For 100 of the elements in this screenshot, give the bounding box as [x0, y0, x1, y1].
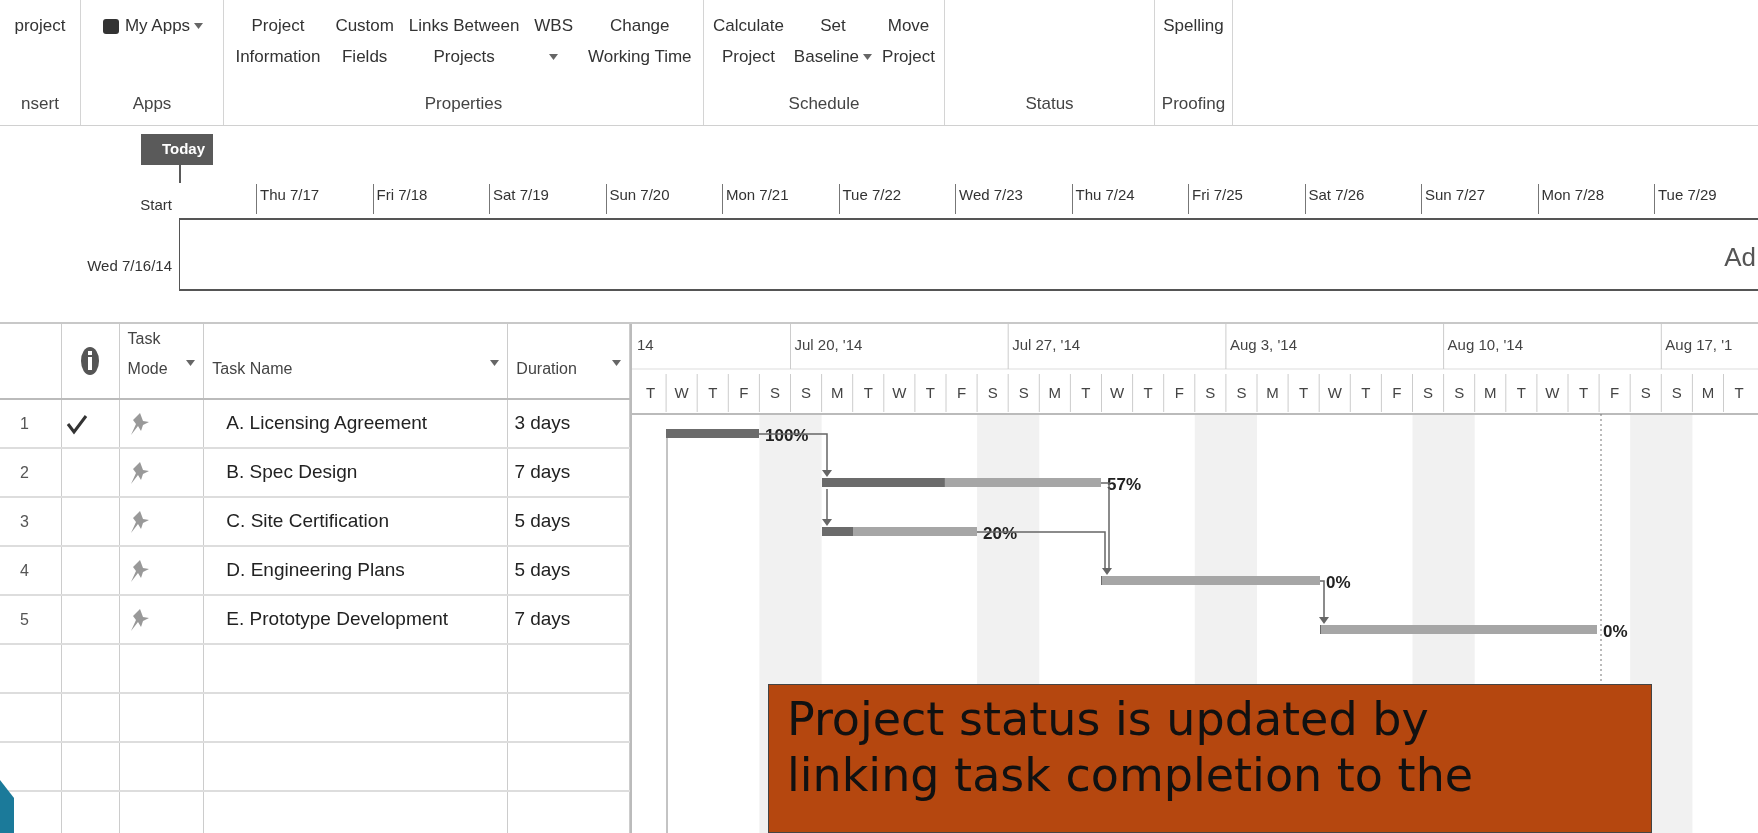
ribbon-button[interactable]: Move Project — [878, 10, 939, 72]
day-label: M — [1484, 384, 1497, 401]
callout-text: Project status is updated by linking task completion to the — [787, 691, 1475, 803]
start-label: Start — [140, 195, 172, 215]
day-label: F — [1174, 384, 1184, 401]
group-label: nsert — [20, 93, 60, 115]
ribbon-button[interactable]: Change Working Time — [583, 10, 696, 72]
percent-complete: 0% — [1603, 622, 1628, 641]
day-label: M — [1701, 384, 1715, 401]
timeline-date: Mon 7/28 — [1537, 184, 1654, 214]
task-name: E. Prototype Development — [225, 607, 449, 632]
ribbon-button[interactable]: Links Between Projects — [404, 10, 524, 72]
ribbon-button[interactable]: My Apps — [96, 10, 208, 41]
day-label: T — [1734, 384, 1744, 401]
day-label: S — [1671, 384, 1682, 401]
group-label: Properties — [423, 93, 504, 115]
ribbon-button[interactable]: Project Information — [231, 10, 325, 72]
timeline-date: Tue 7/29 — [1654, 184, 1758, 214]
day-label: T — [1361, 384, 1371, 401]
column-header[interactable]: Task Name — [212, 354, 293, 384]
task-duration: 5 days — [513, 558, 571, 583]
day-label: W — [892, 384, 907, 401]
ribbon-button[interactable]: WBS — [530, 10, 578, 72]
ribbon-button[interactable]: Spelling — [1159, 10, 1228, 41]
day-label: M — [1048, 384, 1062, 401]
group-label: Status — [1024, 93, 1075, 115]
ribbon-button[interactable]: Custom Fields — [331, 10, 398, 72]
day-label: T — [1578, 384, 1589, 401]
day-label: W — [674, 384, 689, 401]
task-name: B. Spec Design — [225, 460, 358, 485]
ribbon-button[interactable]: Set Baseline — [789, 10, 877, 72]
day-label: T — [863, 384, 873, 401]
timeline-text: Ad — [1724, 241, 1756, 274]
row-number: 5 — [19, 609, 29, 630]
percent-complete: 20% — [983, 524, 1018, 543]
day-label: T — [1081, 384, 1091, 401]
start-date: Wed 7/16/14 — [87, 256, 172, 276]
column-header[interactable]: Task Mode — [127, 324, 168, 384]
timeline-date: Thu 7/24 — [1071, 184, 1188, 214]
day-label: T — [708, 384, 718, 401]
task-name: C. Site Certification — [225, 509, 389, 534]
ribbon-button[interactable]: Calculate Project — [709, 10, 788, 72]
timeline-date: Tue 7/22 — [838, 184, 955, 214]
day-label: S — [987, 384, 998, 401]
day-label: S — [1423, 384, 1434, 401]
column-header[interactable]: Duration — [516, 354, 577, 384]
percent-complete: 100% — [765, 426, 809, 445]
timeline-date: Wed 7/23 — [955, 184, 1072, 214]
row-number: 2 — [19, 462, 29, 483]
day-label: S — [1236, 384, 1247, 401]
day-label: W — [1327, 384, 1342, 401]
day-label: F — [1610, 384, 1620, 401]
day-label: T — [1299, 384, 1309, 401]
ribbon-button[interactable]: project — [10, 10, 70, 41]
task-duration: 5 days — [513, 509, 571, 534]
timeline-date: Fri 7/18 — [372, 184, 489, 214]
timeline-date: Sat 7/19 — [489, 184, 606, 214]
day-label: S — [1454, 384, 1465, 401]
day-label: F — [739, 384, 749, 401]
day-label: T — [645, 384, 656, 401]
timeline-date: Sat 7/26 — [1304, 184, 1421, 214]
timeline-date: Fri 7/25 — [1188, 184, 1305, 214]
week-label: Aug 17, '1 — [1665, 336, 1733, 353]
day-label: F — [1392, 384, 1402, 401]
week-label: 14 — [637, 336, 654, 353]
timeline-date: Thu 7/17 — [256, 184, 373, 214]
group-label: Schedule — [787, 93, 861, 115]
row-number: 3 — [19, 511, 29, 532]
week-label: Jul 20, '14 — [794, 336, 863, 353]
slide-corner-shape — [0, 780, 14, 833]
day-label: T — [1143, 384, 1153, 401]
day-label: T — [925, 384, 936, 401]
group-label: Proofing — [1160, 93, 1227, 115]
dependency-arrow — [822, 488, 832, 526]
day-label: M — [1266, 384, 1279, 401]
day-label: F — [956, 384, 967, 401]
day-label: W — [1109, 384, 1125, 401]
week-label: Aug 10, '14 — [1447, 336, 1524, 353]
day-label: S — [1640, 384, 1651, 401]
row-number: 4 — [19, 560, 29, 581]
day-label: W — [1545, 384, 1560, 401]
week-label: Aug 3, '14 — [1229, 336, 1297, 353]
task-name: D. Engineering Plans — [225, 558, 405, 583]
task-duration: 3 days — [513, 411, 571, 436]
info-icon — [80, 346, 101, 376]
task-duration: 7 days — [513, 607, 571, 632]
day-label: S — [769, 384, 780, 401]
timeline-date: Sun 7/27 — [1421, 184, 1538, 214]
task-duration: 7 days — [513, 460, 571, 485]
percent-complete: 57% — [1107, 475, 1142, 494]
day-label: T — [1516, 384, 1526, 401]
group-label: Apps — [131, 93, 173, 115]
day-label: S — [1205, 384, 1216, 401]
timeline-date: Sun 7/20 — [605, 184, 722, 214]
timeline-date: Mon 7/21 — [722, 184, 839, 214]
week-label: Jul 27, '14 — [1012, 336, 1081, 353]
percent-complete: 0% — [1326, 573, 1351, 592]
day-label: M — [830, 384, 844, 401]
today-marker: Today — [141, 134, 213, 165]
day-label: S — [1018, 384, 1029, 401]
